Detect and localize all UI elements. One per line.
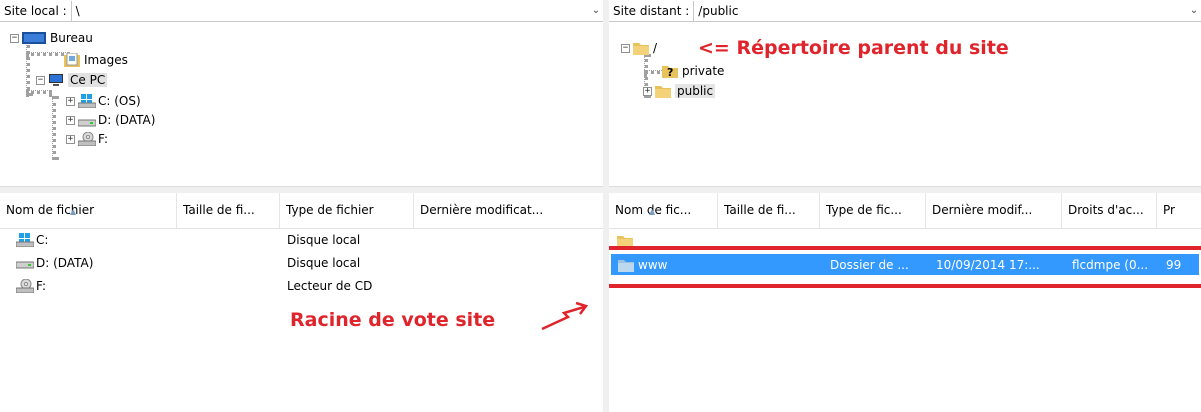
column-header-size[interactable]: Taille de fi...: [177, 193, 280, 228]
cd-drive-icon: [15, 278, 35, 294]
tree-label: /: [653, 41, 658, 55]
windows-drive-icon: [15, 233, 35, 248]
file-type: Disque local: [287, 233, 361, 247]
tree-label: C: (OS): [98, 94, 141, 108]
remote-tree-pane: Site distant : /public ⌄ − / ? private +…: [609, 0, 1201, 186]
column-header-name[interactable]: ▲ Nom de fic...: [609, 193, 718, 228]
windows-drive-icon: [77, 94, 97, 109]
remote-path-input[interactable]: /public: [694, 4, 1187, 18]
tree-node-public[interactable]: + public: [643, 82, 716, 100]
file-name: C:: [36, 233, 49, 247]
column-label: Type de fic...: [826, 203, 902, 217]
column-label: Type de fichier: [286, 203, 374, 217]
file-type: Disque local: [287, 256, 361, 270]
chevron-down-icon[interactable]: ⌄: [1187, 5, 1201, 16]
unknown-folder-icon: ?: [662, 64, 678, 79]
column-label: Taille de fi...: [183, 203, 255, 217]
tree-node-c-drive[interactable]: + C: (OS): [66, 92, 141, 110]
tree-node-private[interactable]: ? private: [662, 62, 724, 80]
tree-node-d-drive[interactable]: + D: (DATA): [66, 111, 155, 129]
column-label: Dernière modificat...: [420, 203, 544, 217]
local-list-header: ▲ Nom de fichier Taille de fi... Type de…: [0, 193, 603, 229]
tree-node-bureau[interactable]: − Bureau: [10, 29, 93, 47]
tree-label: Ce PC: [68, 73, 108, 87]
remote-site-label: Site distant :: [609, 0, 695, 21]
column-header-rights[interactable]: Droits d'ac...: [1062, 193, 1157, 228]
tree-label: Images: [84, 53, 128, 67]
collapse-icon[interactable]: −: [36, 75, 45, 85]
local-address-bar: Site local : \ ⌄: [0, 0, 603, 22]
column-header-size[interactable]: Taille de fi...: [718, 193, 820, 228]
column-label: Droits d'ac...: [1068, 203, 1144, 217]
site-root-annotation: Racine de vote site: [290, 309, 496, 331]
sort-arrow-icon: ▲: [70, 207, 77, 216]
folder-icon: [633, 41, 649, 55]
images-folder-icon: [64, 52, 80, 67]
sort-arrow-icon: ▲: [649, 207, 656, 216]
column-label: Pr: [1163, 203, 1175, 217]
collapse-icon[interactable]: −: [10, 33, 19, 43]
tree-line: [26, 90, 52, 94]
tree-line: [52, 96, 56, 160]
desktop-icon: [22, 31, 46, 45]
file-name: F:: [36, 279, 47, 293]
highlight-box: [609, 246, 1201, 288]
remote-horizontal-splitter[interactable]: [609, 186, 1201, 193]
tree-node-root[interactable]: − /: [621, 39, 657, 57]
folder-icon: [655, 84, 671, 98]
column-label: Dernière modif...: [932, 203, 1033, 217]
local-site-label: Site local :: [0, 0, 72, 21]
tree-label: F:: [98, 132, 109, 146]
tree-node-images[interactable]: Images: [64, 51, 128, 69]
remote-address-bar: Site distant : /public ⌄: [609, 0, 1201, 22]
computer-icon: [48, 73, 64, 87]
column-label: Taille de fi...: [724, 203, 796, 217]
column-header-type[interactable]: Type de fichier: [280, 193, 414, 228]
expand-icon[interactable]: +: [66, 134, 75, 144]
hard-drive-icon: [15, 256, 35, 270]
local-tree-pane: Site local : \ ⌄ − Bureau Images − Ce PC…: [0, 0, 603, 186]
table-row[interactable]: D: (DATA) Disque local: [15, 252, 596, 274]
tree-label: public: [675, 84, 716, 98]
tree-label: Bureau: [50, 31, 93, 45]
file-name: D: (DATA): [36, 256, 94, 270]
svg-text:?: ?: [667, 66, 673, 78]
column-header-owner[interactable]: Pr: [1157, 193, 1201, 228]
remote-list-header: ▲ Nom de fic... Taille de fi... Type de …: [609, 193, 1201, 229]
chevron-down-icon[interactable]: ⌄: [589, 5, 603, 16]
column-header-name[interactable]: ▲ Nom de fichier: [0, 193, 177, 228]
file-type: Lecteur de CD: [287, 279, 373, 293]
collapse-icon[interactable]: −: [621, 43, 630, 53]
hard-drive-icon: [77, 113, 97, 127]
tree-label: D: (DATA): [98, 113, 156, 127]
expand-icon[interactable]: +: [66, 96, 75, 106]
tree-node-f-drive[interactable]: + F:: [66, 130, 108, 148]
local-tree: − Bureau Images − Ce PC + C: (OS) + D: (…: [0, 22, 603, 186]
column-header-type[interactable]: Type de fic...: [820, 193, 926, 228]
local-file-list: ▲ Nom de fichier Taille de fi... Type de…: [0, 193, 603, 412]
parent-dir-annotation: <= Répertoire parent du site: [698, 37, 1009, 59]
column-label: Nom de fichier: [6, 203, 95, 217]
annotation-arrow-icon: [541, 301, 589, 331]
column-header-modified[interactable]: Dernière modificat...: [414, 193, 580, 228]
tree-node-ce-pc[interactable]: − Ce PC: [36, 71, 108, 89]
table-row[interactable]: C: Disque local: [15, 229, 596, 251]
column-header-modified[interactable]: Dernière modif...: [926, 193, 1062, 228]
table-row[interactable]: F: Lecteur de CD: [15, 275, 596, 297]
cd-drive-icon: [77, 131, 97, 147]
local-horizontal-splitter[interactable]: [0, 186, 603, 193]
expand-icon[interactable]: +: [66, 115, 75, 125]
expand-icon[interactable]: +: [643, 86, 652, 96]
remote-file-list: ▲ Nom de fic... Taille de fi... Type de …: [609, 193, 1201, 412]
local-path-input[interactable]: \: [72, 4, 589, 18]
tree-label: private: [682, 64, 725, 78]
